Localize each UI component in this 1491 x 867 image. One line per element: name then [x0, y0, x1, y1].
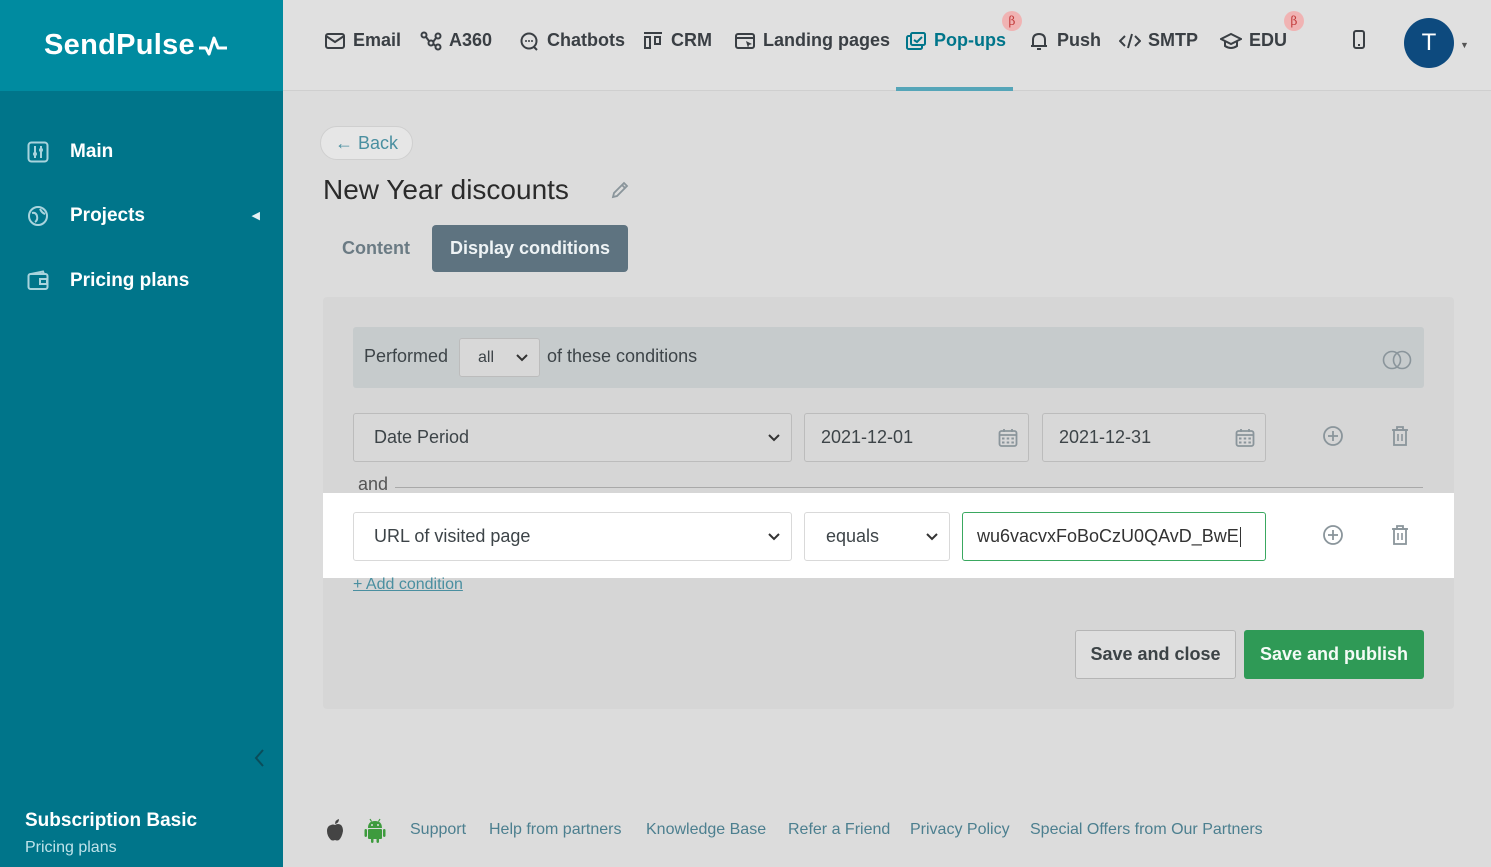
nav-label: Email — [353, 30, 402, 50]
nav-chatbots[interactable]: Chatbots — [518, 30, 625, 51]
footer-link-support[interactable]: Support — [410, 821, 466, 839]
globe-icon — [25, 203, 50, 228]
graduation-cap-icon — [1220, 32, 1242, 49]
android-icon[interactable] — [364, 818, 386, 849]
nav-label: SMTP — [1148, 30, 1199, 50]
trash-icon[interactable] — [1390, 425, 1410, 452]
logo-area[interactable]: SendPulse — [0, 0, 283, 91]
calendar-icon[interactable] — [998, 428, 1018, 448]
landing-icon — [735, 32, 755, 49]
caret-left-icon: ◀ — [251, 210, 260, 222]
tab-content[interactable]: Content — [324, 225, 428, 272]
sendpulse-logo[interactable]: SendPulse — [44, 29, 228, 62]
condition-field-select-2[interactable]: URL of visited page — [353, 512, 792, 561]
sidebar-item-label: Pricing plans — [70, 269, 190, 291]
chevron-down-icon — [926, 532, 938, 540]
footer-link-knowledge-base[interactable]: Knowledge Base — [646, 821, 766, 839]
toggle-circles-icon[interactable] — [1381, 350, 1413, 375]
add-condition-link[interactable]: + Add condition — [353, 576, 463, 594]
back-button[interactable]: ← Back — [320, 126, 414, 160]
apple-icon[interactable] — [325, 818, 345, 847]
bell-icon — [1031, 32, 1047, 50]
url-value-text: wu6vacvxFoBoCzU0QAvD_BwE — [977, 526, 1239, 546]
nav-crm[interactable]: CRM — [642, 30, 712, 51]
and-joiner-label: and — [358, 474, 389, 494]
match-select-value: all — [478, 348, 495, 366]
footer-link-privacy-policy[interactable]: Privacy Policy — [910, 821, 1010, 839]
date-from-input[interactable]: 2021-12-01 — [804, 413, 1029, 462]
nav-edu[interactable]: EDU — [1220, 30, 1287, 51]
code-icon — [1119, 33, 1141, 48]
subscription-title: Subscription Basic — [25, 810, 198, 831]
highlighted-condition-row: URL of visited page equals wu6vacvxFoBoC… — [323, 493, 1454, 578]
popup-icon — [906, 31, 926, 50]
brand-name: SendPulse — [44, 29, 195, 61]
nav-label: Landing pages — [763, 30, 891, 50]
nav-smtp[interactable]: SMTP — [1119, 30, 1198, 51]
nav-push[interactable]: Push — [1028, 30, 1101, 51]
save-and-publish-button[interactable]: Save and publish — [1244, 630, 1424, 679]
nav-a360[interactable]: A360 — [420, 30, 492, 51]
active-tab-indicator — [896, 87, 1013, 91]
kanban-icon — [644, 31, 662, 49]
pulse-logo-icon — [198, 36, 227, 55]
sidebar-item-label: Projects — [70, 204, 145, 226]
footer-link-refer-a-friend[interactable]: Refer a Friend — [788, 821, 890, 839]
url-value-input[interactable]: wu6vacvxFoBoCzU0QAvD_BwE — [962, 512, 1266, 561]
beta-badge-edu: β — [1284, 11, 1304, 31]
nav-label: A360 — [449, 30, 493, 50]
edit-pencil-icon[interactable] — [610, 180, 630, 205]
date-to-input[interactable]: 2021-12-31 — [1042, 413, 1266, 462]
condition-field-value: Date Period — [374, 427, 470, 447]
sidebar-item-pricing-plans[interactable]: Pricing plans — [25, 268, 260, 293]
sidebar-item-projects[interactable]: Projects ◀ — [25, 203, 260, 228]
conditions-suffix-label: of these conditions — [547, 346, 698, 366]
footer-link-special-offers[interactable]: Special Offers from Our Partners — [1030, 821, 1263, 839]
text-cursor — [1239, 526, 1241, 547]
chevron-down-icon[interactable]: ▼ — [1460, 40, 1469, 50]
beta-badge-popups: β — [1002, 11, 1022, 31]
add-circle-icon[interactable] — [1322, 425, 1344, 452]
chevron-down-icon — [768, 433, 780, 441]
footer-link-help-from-partners[interactable]: Help from partners — [489, 821, 622, 839]
sidebar-item-main[interactable]: Main — [25, 139, 260, 164]
nav-label: EDU — [1249, 30, 1288, 50]
nav-pop-ups[interactable]: Pop-ups — [905, 30, 1006, 51]
divider — [395, 487, 1423, 488]
nav-label: Chatbots — [547, 30, 625, 50]
nav-label: Push — [1057, 30, 1102, 50]
page-title: New Year discounts — [323, 174, 569, 205]
operator-value: equals — [826, 526, 880, 546]
performed-label: Performed — [364, 346, 449, 366]
nav-landing-pages[interactable]: Landing pages — [734, 30, 890, 51]
nodes-icon — [420, 31, 442, 50]
condition-field-select-1[interactable]: Date Period — [353, 413, 792, 462]
dashboard-icon — [25, 139, 50, 164]
mail-icon — [325, 32, 345, 49]
nav-label: Pop-ups — [934, 30, 1006, 50]
operator-select[interactable]: equals — [804, 512, 950, 561]
match-select[interactable]: all — [459, 338, 540, 377]
chat-icon — [520, 32, 538, 51]
collapse-sidebar-icon[interactable] — [253, 748, 265, 774]
tab-display-conditions[interactable]: Display conditions — [432, 225, 629, 272]
add-circle-icon[interactable] — [1322, 524, 1344, 551]
avatar[interactable]: T — [1404, 18, 1454, 68]
date-from-value: 2021-12-01 — [821, 427, 914, 447]
wallet-icon — [25, 268, 50, 293]
chevron-down-icon — [768, 532, 780, 540]
save-and-close-button[interactable]: Save and close — [1075, 630, 1236, 679]
calendar-icon[interactable] — [1235, 428, 1255, 448]
chevron-down-icon — [516, 353, 528, 361]
sidebar-item-label: Main — [70, 140, 114, 162]
top-navigation: Email A360 Chatbots CRM Landing pages Po… — [283, 0, 1491, 91]
trash-icon[interactable] — [1390, 524, 1410, 551]
nav-email[interactable]: Email — [324, 30, 401, 51]
mobile-icon[interactable] — [1351, 30, 1367, 55]
sidebar: SendPulse Main Projects ◀ Pricing plans … — [0, 0, 283, 867]
nav-label: CRM — [671, 30, 712, 50]
pricing-plans-link[interactable]: Pricing plans — [25, 839, 117, 857]
condition-field-value: URL of visited page — [374, 526, 531, 546]
